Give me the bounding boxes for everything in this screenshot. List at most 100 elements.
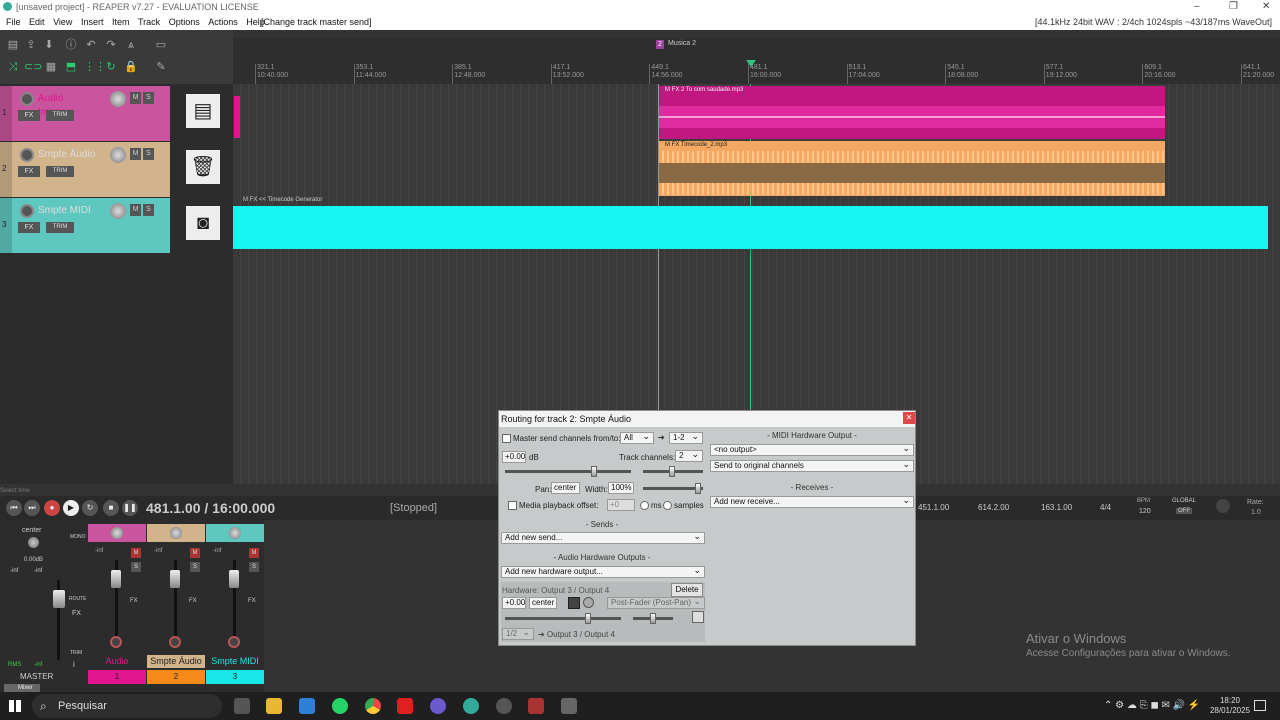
app-icon-purple[interactable]	[430, 698, 446, 714]
notification-icon[interactable]	[1254, 700, 1266, 711]
add-receive-select[interactable]: Add new receive...	[710, 495, 914, 508]
metronome-icon[interactable]: ⩓	[124, 38, 138, 52]
media-item-smpte-audio[interactable]: M FX Timecode_2.mp3	[659, 141, 1165, 196]
hw-send-mode-select[interactable]: Post-Fader (Post-Pan)	[607, 596, 705, 609]
global-automation-label[interactable]: GLOBAL	[1172, 498, 1196, 504]
loop-icon[interactable]: ↻	[104, 60, 118, 74]
info-icon[interactable]: i	[73, 660, 75, 669]
menu-options[interactable]: Options	[169, 17, 200, 27]
master-trim-button[interactable]: TRIM	[70, 650, 82, 656]
store-icon[interactable]	[299, 698, 315, 714]
undo-icon[interactable]: ↶	[84, 38, 98, 52]
mono-button[interactable]: MONO	[70, 534, 86, 540]
strip-record-arm-icon[interactable]	[169, 636, 181, 648]
new-project-icon[interactable]: ▤	[6, 38, 20, 52]
close-window-button[interactable]: ✕	[1262, 0, 1270, 14]
solo-button[interactable]: S	[143, 204, 154, 216]
transport-position[interactable]: 481.1.00 / 16:00.000	[146, 500, 275, 516]
pause-icon[interactable]: ❚❚	[122, 500, 138, 516]
app-icon-red[interactable]	[528, 698, 544, 714]
menu-edit[interactable]: Edit	[29, 17, 45, 27]
record-icon[interactable]: ●	[44, 500, 60, 516]
strip-fader[interactable]	[170, 570, 180, 588]
menu-actions[interactable]: Actions	[208, 17, 238, 27]
track-pan-knob[interactable]	[669, 466, 675, 477]
track-volume-slider[interactable]	[505, 470, 631, 473]
redo-icon[interactable]: ↷	[104, 38, 118, 52]
strip-record-arm-icon[interactable]	[228, 636, 240, 648]
loop-toggle-icon[interactable]: ↻	[82, 500, 98, 516]
media-offset-checkbox[interactable]	[508, 501, 517, 510]
fx-button[interactable]: FX	[18, 110, 40, 121]
time-signature[interactable]: 4/4	[1100, 503, 1111, 512]
ms-radio[interactable]	[640, 501, 649, 510]
hw-mute-icon[interactable]	[568, 597, 580, 609]
strip-solo-button[interactable]: S	[131, 562, 141, 572]
master-send-from-select[interactable]: All	[620, 431, 654, 444]
menu-item[interactable]: Item	[112, 17, 130, 27]
hw-source-channels-select[interactable]: 1/2	[502, 627, 534, 640]
track-volume-knob[interactable]	[110, 147, 126, 163]
trim-behind-icon[interactable]: ⤨	[6, 60, 20, 74]
trash-icon[interactable]: 🗑	[186, 150, 220, 184]
file-explorer-icon[interactable]	[266, 698, 282, 714]
strip-pan-knob[interactable]	[229, 527, 241, 539]
media-item-smpte-midi[interactable]: M FX << Timecode Generator	[233, 196, 1268, 250]
media-offset-input[interactable]: +0	[607, 499, 635, 511]
track-volume-knob[interactable]	[110, 91, 126, 107]
strip-pan-knob[interactable]	[111, 527, 123, 539]
strip-mute-button[interactable]: M	[131, 548, 141, 558]
hw-volume-knob[interactable]	[585, 613, 591, 624]
menu-view[interactable]: View	[53, 17, 72, 27]
monitor-icon[interactable]: ▤	[186, 94, 220, 128]
track-volume-input[interactable]: +0.00	[502, 451, 526, 463]
media-item-fragment[interactable]	[234, 96, 240, 138]
tray-icons[interactable]: ⌃ ⚙ ☁ ⎘ ◼ ✉ 🔊 ⚡	[1104, 700, 1200, 711]
menu-file[interactable]: File	[6, 17, 21, 27]
trim-button[interactable]: TRIM	[46, 222, 74, 233]
track-name[interactable]: Smpte Áudio	[38, 148, 98, 162]
lock-icon[interactable]: 🔒	[124, 60, 138, 74]
delete-hw-output-button[interactable]: Delete	[671, 583, 703, 597]
selection-end[interactable]: 614.2.00	[978, 503, 1009, 512]
width-knob[interactable]	[695, 483, 701, 494]
audio-status[interactable]: [44.1kHz 24bit WAV : 2/4ch 1024spls ~43/…	[1035, 14, 1272, 30]
go-end-icon[interactable]: ⏭	[24, 500, 40, 516]
track-header[interactable]: 3 Smpte MIDI M S FX TRIM	[0, 198, 170, 253]
global-automation-state[interactable]: OFF	[1176, 508, 1192, 514]
strip-mute-button[interactable]: M	[249, 548, 259, 558]
width-slider[interactable]	[643, 487, 703, 490]
strip-name[interactable]: Smpte MIDI	[206, 655, 264, 668]
hw-pan-knob[interactable]	[650, 613, 656, 624]
app-icon-gray[interactable]	[561, 698, 577, 714]
media-item-audio-imagem[interactable]: M FX 2 To com saudade.mp3	[659, 86, 1165, 139]
record-arm-icon[interactable]	[20, 92, 34, 106]
strip-name[interactable]: Audio Imagem	[88, 655, 146, 679]
master-send-checkbox[interactable]	[502, 434, 511, 443]
turd-polish-icon[interactable]: ◙	[186, 206, 220, 240]
task-view-icon[interactable]	[234, 698, 250, 714]
hw-volume-input[interactable]: +0.00	[502, 597, 526, 609]
fx-button[interactable]: FX	[18, 222, 40, 233]
selection-length[interactable]: 163.1.00	[1041, 503, 1072, 512]
snap-grid-icon[interactable]: ⋮⋮	[84, 60, 106, 74]
stop-icon[interactable]: ■	[103, 500, 119, 516]
record-arm-icon[interactable]	[20, 148, 34, 162]
pencil-icon[interactable]: ✎	[154, 60, 168, 74]
trim-button[interactable]: TRIM	[46, 166, 74, 177]
whatsapp-icon[interactable]	[332, 698, 348, 714]
track-header[interactable]: 2 Smpte Áudio M S FX TRIM	[0, 142, 170, 197]
samples-radio[interactable]	[663, 501, 672, 510]
project-settings-icon[interactable]: ⓘ	[64, 38, 78, 52]
auto-crossfade-icon[interactable]: ⊂⊃	[24, 60, 42, 74]
hw-volume-slider[interactable]	[505, 617, 621, 620]
midi-output-select[interactable]: <no output>	[710, 443, 914, 456]
acrobat-icon[interactable]	[397, 698, 413, 714]
menu-track[interactable]: Track	[138, 17, 160, 27]
reaper-taskbar-icon[interactable]	[463, 698, 479, 714]
taskbar-clock[interactable]: 18:20 28/01/2025	[1210, 696, 1250, 716]
trim-button[interactable]: TRIM	[46, 110, 74, 121]
master-fader[interactable]	[53, 590, 65, 608]
taskbar-search[interactable]: ⌕ Pesquisar	[32, 694, 222, 718]
strip-fx-button[interactable]: FX	[248, 598, 256, 604]
